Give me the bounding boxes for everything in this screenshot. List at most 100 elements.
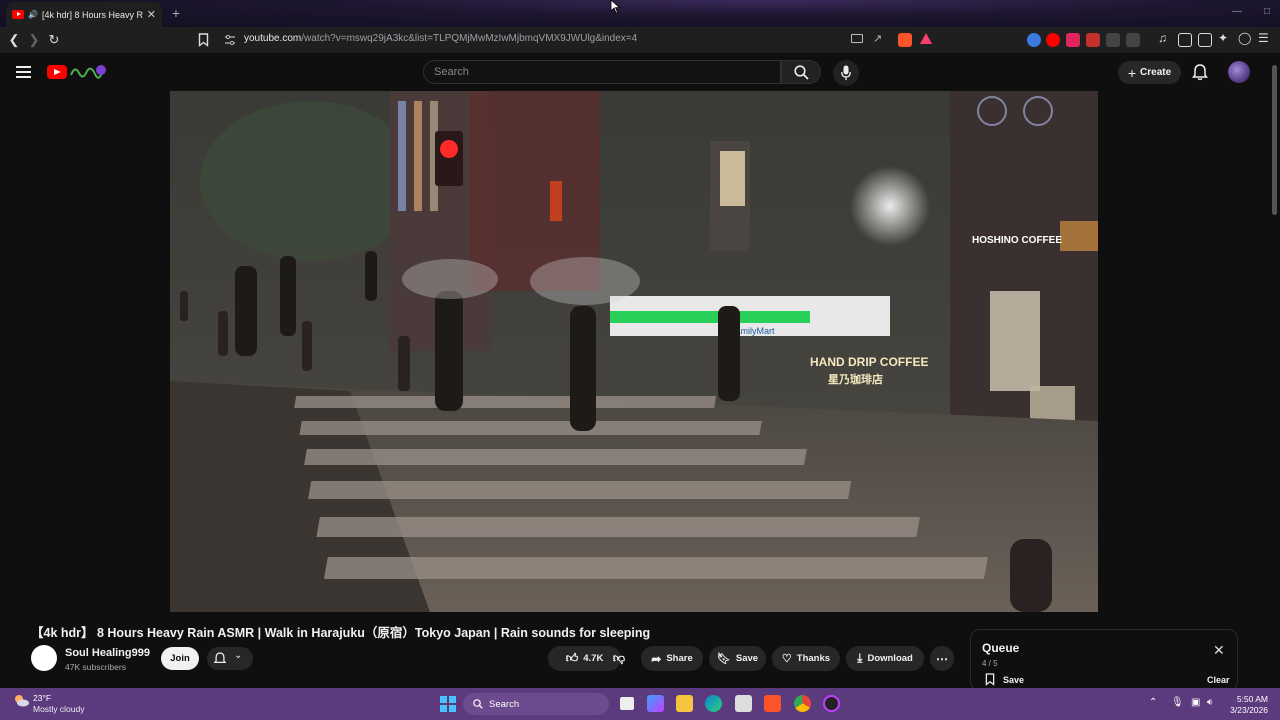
search-icon (473, 699, 483, 709)
window-controls: — □ (1232, 6, 1270, 17)
subscription-notifications-button[interactable]: ⌄ (207, 647, 253, 670)
media-controls-icon[interactable]: ♫ (1158, 31, 1167, 45)
join-button[interactable]: Join (161, 647, 199, 670)
page-scrollbar[interactable] (1269, 53, 1280, 688)
hand-drip-coffee-sign: HAND DRIP COFFEE (810, 355, 928, 369)
site-settings-icon[interactable] (224, 34, 236, 46)
taskbar-search-label: Search (489, 698, 520, 710)
search-icon (794, 65, 809, 80)
obs-studio-icon[interactable] (823, 695, 840, 712)
download-button[interactable]: ⤓ Download (846, 646, 924, 671)
network-icon[interactable]: ▣ (1191, 697, 1200, 708)
brave-browser-icon[interactable] (764, 695, 781, 712)
tab-title: [4k hdr] 8 Hours Heavy Rain (41, 9, 143, 20)
extension-tube-icon[interactable] (1086, 33, 1100, 47)
microphone-icon (841, 65, 851, 80)
windows-start-icon[interactable] (440, 696, 456, 712)
volume-icon[interactable]: 🔉︎ (1207, 697, 1213, 708)
thumbs-up-icon: 👍︎ (565, 651, 579, 665)
create-label: Create (1140, 67, 1172, 78)
search-input[interactable] (434, 61, 764, 83)
youtube-favicon-icon (12, 10, 24, 19)
search-button[interactable] (781, 60, 821, 84)
show-hidden-icons-icon[interactable]: ⌃ (1149, 697, 1157, 708)
extension-red-icon[interactable] (1066, 33, 1080, 47)
channel-avatar[interactable] (31, 645, 57, 671)
queue-save-label: Save (1003, 674, 1025, 685)
copilot-icon[interactable] (647, 695, 664, 712)
hamburger-menu-icon[interactable] (16, 66, 31, 78)
wallet-icon[interactable] (1198, 33, 1212, 47)
create-button[interactable]: + Create (1118, 61, 1181, 84)
thanks-label: Thanks (796, 653, 831, 664)
chevron-down-icon: ⌄ (234, 650, 243, 661)
voice-search-button[interactable] (833, 60, 859, 86)
download-label: Download (867, 653, 913, 664)
browser-menu-icon[interactable]: ☰ (1258, 31, 1269, 45)
scrollbar-thumb[interactable] (1272, 65, 1277, 215)
subscriber-count: 47K subscribers (65, 662, 126, 672)
url-path: /watch?v=mswq29jA3kc&list=TLPQMjMwMzIwMj… (301, 33, 638, 44)
bell-icon (213, 652, 227, 664)
edge-browser-icon[interactable] (705, 695, 722, 712)
queue-panel: Queue 4 / 5 ✕ Save Clear (970, 629, 1238, 691)
browser-tab-strip: 🔊 [4k hdr] 8 Hours Heavy Rain ✕ + — □ (0, 0, 1280, 27)
video-player[interactable]: FamilyMart HOSHINO COFFEE HAND DRIP COFF… (170, 91, 1098, 612)
queue-close-icon[interactable]: ✕ (1213, 643, 1225, 657)
leo-ai-icon[interactable]: ✦ (1218, 31, 1228, 45)
tab-close-icon[interactable]: ✕ (147, 8, 156, 21)
brave-shields-icon[interactable] (898, 33, 912, 47)
url-host: youtube.com (244, 33, 302, 44)
extensions-puzzle-icon[interactable] (1106, 33, 1120, 47)
save-button[interactable]: 🔖︎ Save (709, 646, 766, 671)
browser-tab-active[interactable]: 🔊 [4k hdr] 8 Hours Heavy Rain ✕ (6, 2, 162, 27)
more-actions-button[interactable]: ⋯ (930, 646, 954, 671)
notifications-bell-icon[interactable] (1191, 63, 1209, 81)
brave-rewards-icon[interactable] (920, 33, 932, 44)
cast-icon[interactable] (851, 34, 863, 43)
microsoft-store-icon[interactable] (735, 695, 752, 712)
vpn-shield-icon[interactable]: ◯ (1238, 31, 1251, 45)
taskbar-search[interactable]: Search (463, 693, 609, 715)
cloudy-weather-icon[interactable] (12, 693, 30, 707)
maximize-icon[interactable]: □ (1264, 6, 1270, 17)
share-button[interactable]: ➦ Share (641, 646, 703, 671)
more-horizontal-icon: ⋯ (936, 651, 948, 666)
speaker-icon[interactable]: 🔊 (28, 10, 38, 19)
clock-date[interactable]: 3/23/2026 (1220, 705, 1268, 715)
dislike-button[interactable]: 👎︎ (606, 646, 632, 671)
sidebar-toggle-icon[interactable] (1178, 33, 1192, 47)
minimize-icon[interactable]: — (1232, 6, 1242, 17)
extension-grid-icon[interactable] (1126, 33, 1140, 47)
weather-temperature[interactable]: 23°F (33, 693, 51, 703)
like-count: 4.7K (583, 653, 604, 664)
clock-time[interactable]: 5:50 AM (1226, 694, 1268, 704)
youtube-logo[interactable] (47, 65, 67, 79)
new-tab-button[interactable]: + (168, 5, 184, 21)
bookmark-page-icon[interactable] (198, 33, 209, 47)
weather-description[interactable]: Mostly cloudy (33, 704, 85, 714)
channel-name[interactable]: Soul Healing999 (65, 647, 150, 659)
back-icon[interactable]: ❮ (4, 30, 24, 50)
share-page-icon[interactable]: ↗ (873, 32, 882, 45)
microphone-tray-icon[interactable]: 🎙︎ (1171, 697, 1184, 708)
queue-save-button[interactable]: Save (985, 673, 1024, 686)
youtube-doodle-logo[interactable] (69, 61, 109, 86)
share-label: Share (666, 653, 693, 664)
mouse-cursor-icon (610, 0, 620, 14)
hoshino-japanese-sign: 星乃珈琲店 (828, 372, 883, 386)
url-field[interactable]: youtube.com/watch?v=mswq29jA3kc&list=TLP… (244, 33, 637, 44)
thanks-button[interactable]: ♡ Thanks (772, 646, 840, 671)
task-view-icon[interactable] (620, 697, 634, 710)
account-avatar[interactable] (1228, 61, 1250, 83)
reload-icon[interactable]: ↻ (44, 30, 64, 50)
hoshino-coffee-sign: HOSHINO COFFEE (972, 235, 1062, 246)
file-explorer-icon[interactable] (676, 695, 693, 712)
extension-youtube-icon[interactable] (1046, 33, 1060, 47)
chrome-browser-icon[interactable] (794, 695, 811, 712)
search-box (423, 60, 781, 84)
forward-icon[interactable]: ❯ (24, 30, 44, 50)
queue-clear-button[interactable]: Clear (1207, 675, 1230, 685)
video-frame: FamilyMart HOSHINO COFFEE HAND DRIP COFF… (170, 91, 1098, 612)
extension-blue-icon[interactable] (1027, 33, 1041, 47)
